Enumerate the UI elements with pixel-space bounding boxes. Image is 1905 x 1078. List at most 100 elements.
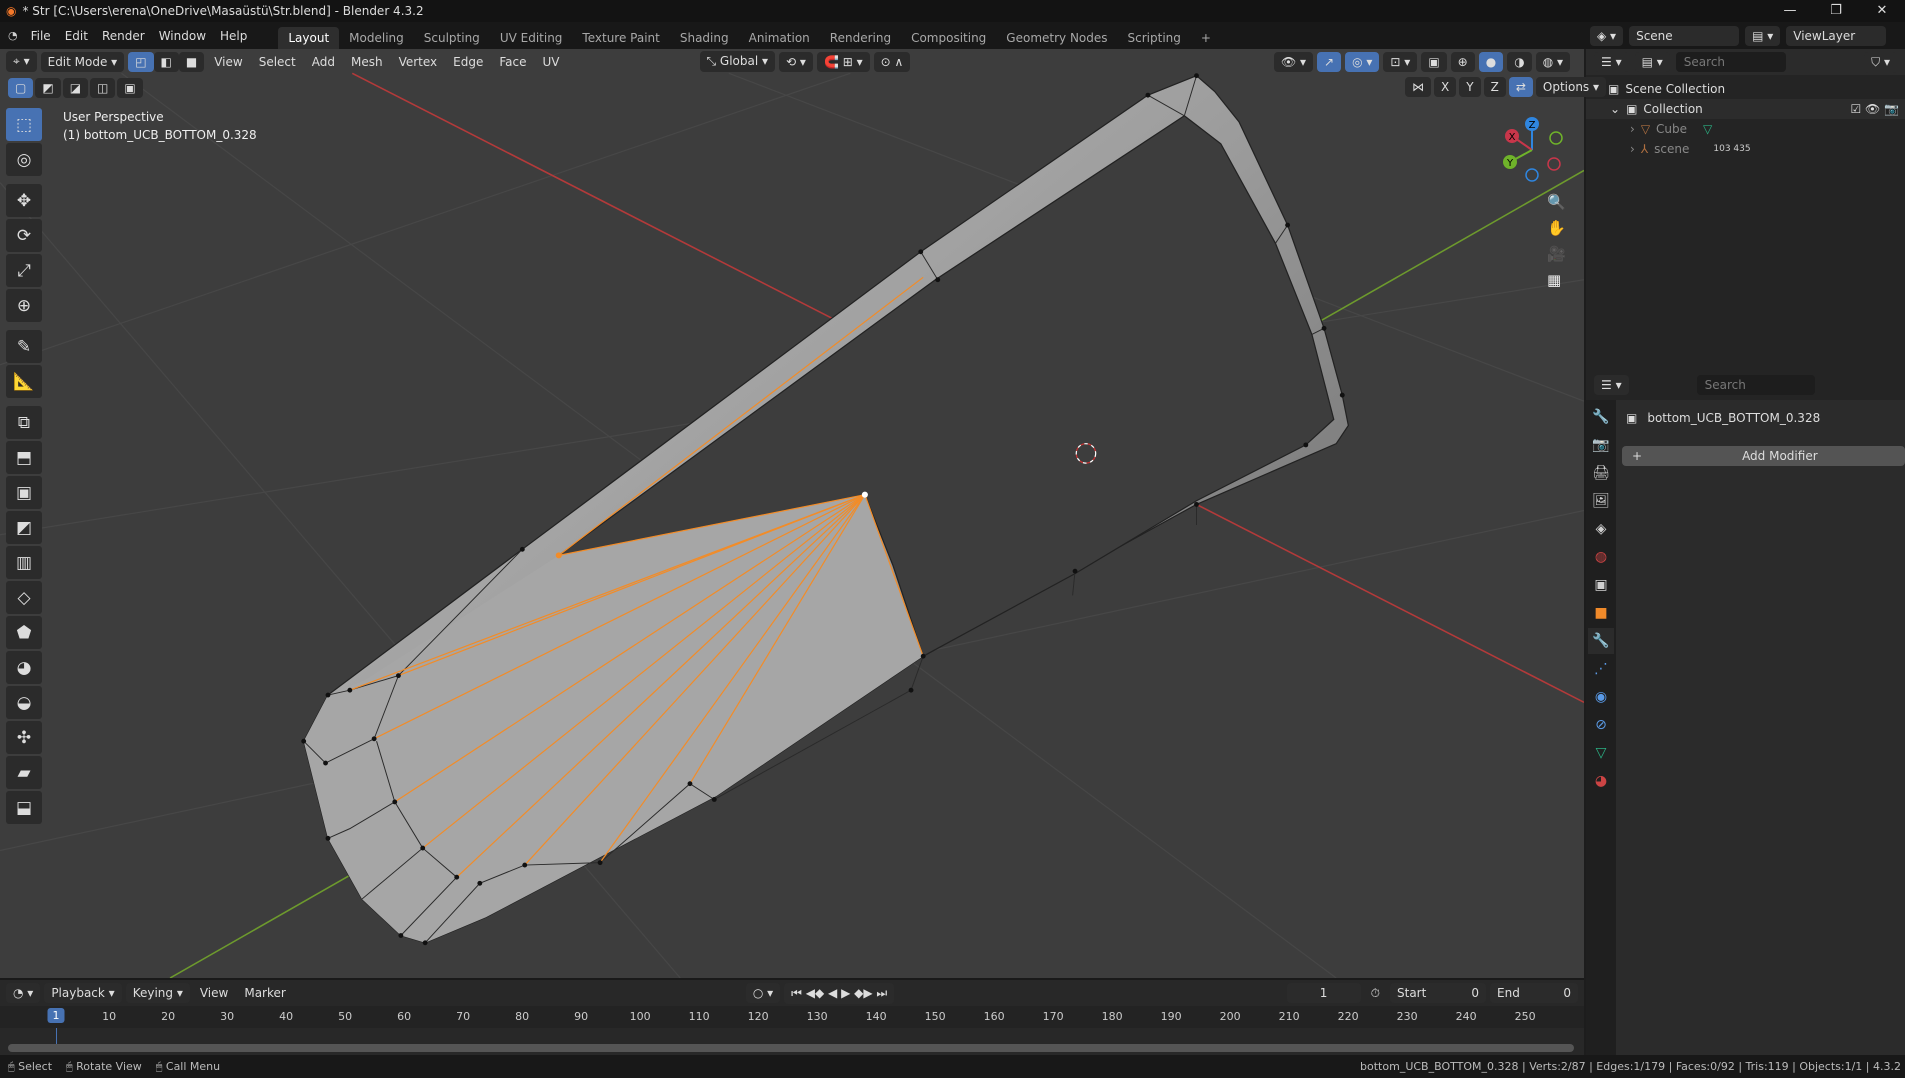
move-tool-icon[interactable]: ✥ — [6, 184, 42, 217]
navigation-gizmo[interactable]: Z X Y — [1490, 112, 1570, 188]
tool-tab-icon[interactable]: 🔧 — [1588, 404, 1614, 430]
playback-controls[interactable]: ⏮ ◀◆ ◀ ▶ ◆▶ ⏭ — [784, 982, 895, 1004]
tab-shading[interactable]: Shading — [670, 27, 739, 49]
shading-solid[interactable]: ● — [1478, 51, 1504, 72]
visibility-eye-icon[interactable]: ☑ 👁 📷 — [1850, 102, 1905, 116]
annotate-tool-icon[interactable]: ✎ — [6, 330, 42, 363]
select-box-tool-icon[interactable]: ⬚ — [6, 108, 42, 141]
outliner-item-cube[interactable]: › ▽ Cube ▽ — [1586, 119, 1905, 139]
cursor-tool-icon[interactable]: ◎ — [6, 143, 42, 176]
maximize-button[interactable]: ❐ — [1813, 0, 1859, 22]
snap-toggle[interactable]: 🧲 ⊞ ▾ — [816, 51, 870, 72]
output-tab-icon[interactable]: 🖨 — [1588, 460, 1614, 486]
outliner-item-scene[interactable]: › ⅄ scene 103 435 — [1586, 139, 1905, 159]
rip-tool-icon[interactable]: ⬓ — [6, 791, 42, 824]
data-tab-icon[interactable]: ▽ — [1588, 740, 1614, 766]
modifier-tab-icon[interactable]: 🔧 — [1588, 628, 1614, 654]
options-dropdown[interactable]: Options ▾ — [1535, 77, 1607, 97]
ortho-grid-icon[interactable]: ▦ — [1547, 271, 1566, 289]
close-button[interactable]: ✕ — [1859, 0, 1905, 22]
shrink-tool-icon[interactable]: ✣ — [6, 721, 42, 754]
menu-select[interactable]: Select — [253, 55, 302, 69]
menu-edge[interactable]: Edge — [447, 55, 489, 69]
outliner-filter-view-icon[interactable]: ▤ ▾ — [1634, 52, 1670, 72]
visibility-dropdown[interactable]: 👁 ▾ — [1273, 51, 1314, 72]
menu-render[interactable]: Render — [95, 29, 152, 43]
auto-keying-toggle[interactable]: ○ ▾ — [745, 983, 781, 1003]
physics-tab-icon[interactable]: ◉ — [1588, 684, 1614, 710]
overlay-toggle[interactable]: ◎ ▾ — [1345, 51, 1380, 72]
playback-menu[interactable]: Playback ▾ — [44, 983, 122, 1003]
scene-icon[interactable]: ◈ ▾ — [1590, 25, 1624, 46]
menu-edit[interactable]: Edit — [58, 29, 95, 43]
xray-toggle[interactable]: ▣ — [1421, 51, 1447, 72]
knife-tool-icon[interactable]: ◇ — [6, 581, 42, 614]
menu-help[interactable]: Help — [213, 29, 254, 43]
timeline-scrollbar[interactable] — [8, 1044, 1574, 1052]
world-tab-icon[interactable]: ◍ — [1588, 544, 1614, 570]
shading-rendered[interactable]: ◍ ▾ — [1535, 51, 1570, 72]
inset-tool-icon[interactable]: ▣ — [6, 476, 42, 509]
tab-texture-paint[interactable]: Texture Paint — [572, 27, 669, 49]
particles-tab-icon[interactable]: ⋰ — [1588, 656, 1614, 682]
menu-uv[interactable]: UV — [537, 55, 566, 69]
minimize-button[interactable]: — — [1767, 0, 1813, 22]
select-subtract-icon[interactable]: ◪ — [62, 78, 89, 98]
scene-field[interactable]: Scene — [1629, 25, 1740, 46]
view-layer-field[interactable]: ViewLayer — [1786, 25, 1887, 46]
tab-rendering[interactable]: Rendering — [820, 27, 901, 49]
menu-face[interactable]: Face — [493, 55, 532, 69]
pan-hand-icon[interactable]: ✋ — [1547, 219, 1566, 237]
end-frame-field[interactable]: End 0 — [1490, 983, 1578, 1003]
constraints-tab-icon[interactable]: ⊘ — [1588, 712, 1614, 738]
transform-tool-icon[interactable]: ⊕ — [6, 289, 42, 322]
extrude-tool-icon[interactable]: ⬒ — [6, 441, 42, 474]
auto-merge-toggle[interactable]: ⇄ — [1508, 77, 1533, 97]
smooth-tool-icon[interactable]: ◒ — [6, 686, 42, 719]
blender-menu-icon[interactable]: ◔ — [8, 29, 18, 42]
outliner-search-input[interactable]: Search — [1675, 52, 1786, 72]
view-layer-icon[interactable]: ▤ ▾ — [1745, 25, 1781, 46]
mode-dropdown[interactable]: Edit Mode ▾ — [40, 51, 125, 72]
tab-compositing[interactable]: Compositing — [901, 27, 996, 49]
material-tab-icon[interactable]: ◕ — [1588, 768, 1614, 794]
editor-type-button[interactable]: ⌖ ▾ — [6, 51, 37, 72]
face-select-button[interactable]: ■ — [178, 51, 205, 72]
pivot-dropdown[interactable]: ⟲ ▾ — [779, 51, 813, 72]
transform-orientation-dropdown[interactable]: ⤡ Global ▾ — [699, 51, 776, 72]
menu-view[interactable]: View — [208, 55, 248, 69]
scene-tab-icon[interactable]: ◈ — [1588, 516, 1614, 542]
tab-layout[interactable]: Layout — [278, 27, 340, 49]
start-frame-field[interactable]: Start 0 — [1390, 983, 1486, 1003]
menu-vertex[interactable]: Vertex — [393, 55, 444, 69]
measure-tool-icon[interactable]: 📐 — [6, 365, 42, 398]
mirror-icon[interactable]: ⋈ — [1405, 77, 1431, 97]
object-tab-icon[interactable]: ■ — [1588, 600, 1614, 626]
zoom-icon[interactable]: 🔍 — [1547, 193, 1566, 211]
edge-select-button[interactable]: ◧ — [153, 51, 179, 72]
mirror-x-toggle[interactable]: X — [1434, 77, 1457, 97]
menu-add[interactable]: Add — [306, 55, 341, 69]
expand-chevron-icon[interactable]: › — [1630, 142, 1635, 156]
select-new-icon[interactable]: ▢ — [8, 78, 34, 98]
collection-tab-icon[interactable]: ▣ — [1588, 572, 1614, 598]
frame-ruler[interactable]: 1 10 20 30 40 50 60 70 80 90 100 110 120 130 140 150 160… — [0, 1006, 1584, 1028]
tab-animation[interactable]: Animation — [739, 27, 820, 49]
mirror-z-toggle[interactable]: Z — [1483, 77, 1506, 97]
timeline-view-menu[interactable]: View — [194, 986, 234, 1000]
tab-geometry-nodes[interactable]: Geometry Nodes — [996, 27, 1117, 49]
select-intersect-icon[interactable]: ▣ — [117, 78, 143, 98]
properties-search-input[interactable]: Search — [1696, 375, 1815, 395]
mirror-y-toggle[interactable]: Y — [1459, 77, 1481, 97]
menu-mesh[interactable]: Mesh — [345, 55, 389, 69]
select-invert-icon[interactable]: ◫ — [90, 78, 116, 98]
loop-cut-tool-icon[interactable]: ▥ — [6, 546, 42, 579]
camera-view-icon[interactable]: 🎥 — [1547, 245, 1566, 263]
render-tab-icon[interactable]: 📷 — [1588, 432, 1614, 458]
add-cube-tool-icon[interactable]: ⧉ — [6, 406, 42, 439]
tab-modeling[interactable]: Modeling — [339, 27, 414, 49]
rotate-tool-icon[interactable]: ⟳ — [6, 219, 42, 252]
add-workspace-button[interactable]: + — [1191, 27, 1221, 49]
shear-tool-icon[interactable]: ▰ — [6, 756, 42, 789]
viewport-scene[interactable] — [0, 49, 1584, 978]
